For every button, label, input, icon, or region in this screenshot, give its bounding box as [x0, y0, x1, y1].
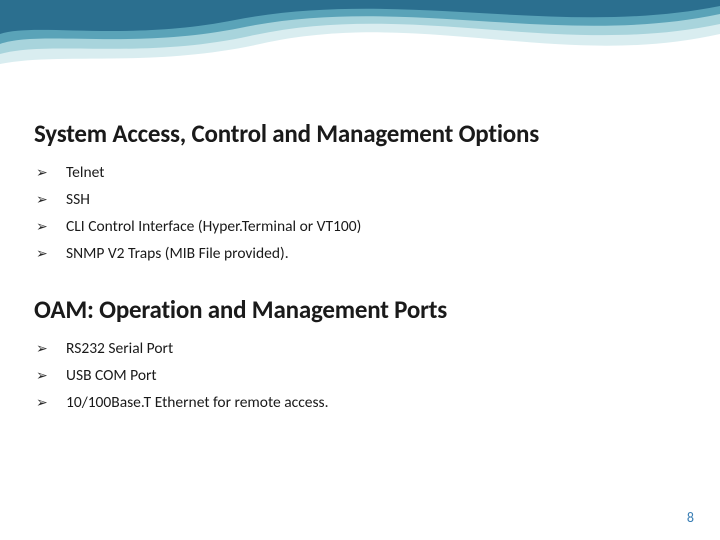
bullet-arrow-icon: ➢ — [36, 217, 66, 237]
section-heading-oam: OAM: Operation and Management Ports — [34, 294, 686, 325]
bullet-arrow-icon: ➢ — [36, 393, 66, 413]
oam-ports-list: ➢ RS232 Serial Port ➢ USB COM Port ➢ 10/… — [34, 339, 686, 413]
page-number: 8 — [687, 509, 694, 526]
list-item-text: SSH — [66, 190, 90, 210]
bullet-arrow-icon: ➢ — [36, 163, 66, 183]
list-item-text: CLI Control Interface (Hyper.Terminal or… — [66, 217, 361, 237]
list-item-text: SNMP V2 Traps (MIB File provided). — [66, 244, 289, 264]
bullet-arrow-icon: ➢ — [36, 339, 66, 359]
access-options-list: ➢ Telnet ➢ SSH ➢ CLI Control Interface (… — [34, 163, 686, 264]
list-item-text: USB COM Port — [66, 366, 157, 386]
list-item-text: 10/100Base.T Ethernet for remote access. — [66, 393, 329, 413]
slide-content: System Access, Control and Management Op… — [34, 118, 686, 420]
list-item-text: Telnet — [66, 163, 104, 183]
list-item: ➢ Telnet — [36, 163, 686, 183]
list-item: ➢ SSH — [36, 190, 686, 210]
section-heading-access: System Access, Control and Management Op… — [34, 118, 686, 149]
bullet-arrow-icon: ➢ — [36, 244, 66, 264]
bullet-arrow-icon: ➢ — [36, 190, 66, 210]
list-item: ➢ SNMP V2 Traps (MIB File provided). — [36, 244, 686, 264]
decorative-wave-banner — [0, 0, 720, 110]
bullet-arrow-icon: ➢ — [36, 366, 66, 386]
list-item: ➢ 10/100Base.T Ethernet for remote acces… — [36, 393, 686, 413]
list-item-text: RS232 Serial Port — [66, 339, 173, 359]
list-item: ➢ RS232 Serial Port — [36, 339, 686, 359]
list-item: ➢ USB COM Port — [36, 366, 686, 386]
list-item: ➢ CLI Control Interface (Hyper.Terminal … — [36, 217, 686, 237]
